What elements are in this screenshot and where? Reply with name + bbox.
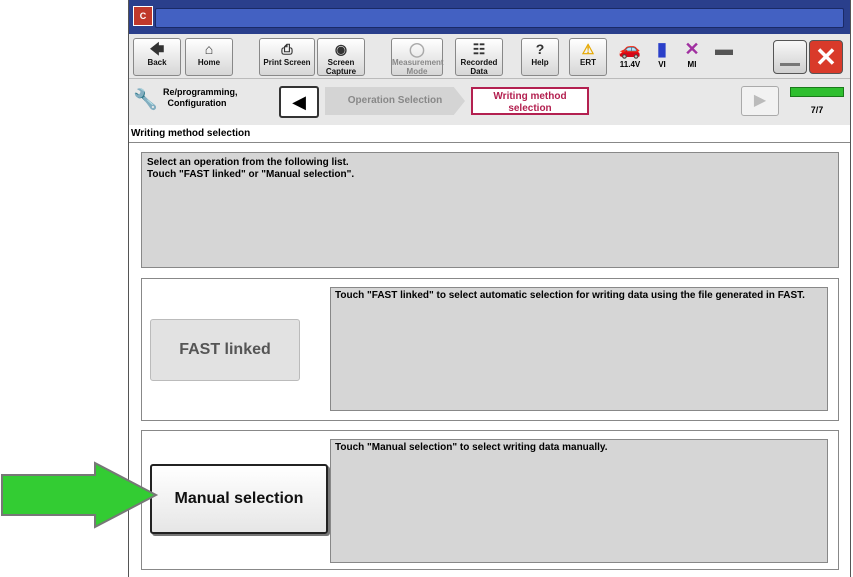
fast-linked-button[interactable]: FAST linked [150,319,300,381]
manual-selection-description: Touch "Manual selection" to select writi… [330,439,828,563]
help-icon: ? [535,41,545,57]
recorded-data-button[interactable]: ☷ Recorded Data [455,38,503,76]
car-icon: 🚗 [618,39,642,59]
camera-icon: ◉ [334,41,348,57]
mi-status: ✕ MI [677,38,707,69]
disconnected-icon: ✕ [684,39,700,59]
screen-capture-button[interactable]: ◉ Screen Capture [317,38,365,76]
breadcrumb-operation-selection: Operation Selection [325,87,465,115]
title-bar: C [129,0,850,34]
back-button[interactable]: 🡄 Back [133,38,181,76]
manual-selection-panel: Manual selection Touch "Manual selection… [141,430,839,570]
triangle-right-icon: ▶ [753,92,767,109]
close-button[interactable]: ✕ [809,40,843,74]
warning-icon: ⚠ [581,41,595,57]
progress-text: 7/7 [810,105,824,115]
next-step-button[interactable]: ▶ [741,86,779,116]
recorded-data-icon: ☷ [472,41,486,57]
breadcrumb-writing-method-selection: Writing method selection [471,87,589,115]
manual-selection-button[interactable]: Manual selection [150,464,328,534]
device-status: ▬ [709,38,739,60]
progress-bar [790,87,844,97]
vi-status: ▮ VI [647,38,677,69]
measurement-mode-button[interactable]: ◯ Measurement Mode [391,38,444,76]
back-arrow-icon: 🡄 [149,41,165,57]
instruction-line-1: Select an operation from the following l… [147,157,349,168]
help-button[interactable]: ? Help [521,38,559,76]
page-title: Writing method selection [129,125,850,143]
battery-status: 🚗 11.4V [615,38,645,69]
home-button[interactable]: ⌂ Home [185,38,233,76]
pointer-arrow-icon [1,461,159,529]
ert-button[interactable]: ⚠ ERT [569,38,607,76]
close-icon: ✕ [815,42,837,72]
fast-linked-panel: FAST linked Touch "FAST linked" to selec… [141,278,839,421]
step-progress: 7/7 [789,87,845,117]
previous-step-button[interactable]: ◀ [279,86,319,118]
reprogramming-icon: 🔧 [133,89,158,111]
vi-icon: ▮ [657,39,667,59]
toolbar: 🡄 Back ⌂ Home ⎙ Print Screen ◉ Screen Captur… [129,34,850,78]
app-logo-icon: C [133,6,153,26]
print-screen-button[interactable]: ⎙ Print Screen [259,38,315,76]
instructions-box: Select an operation from the following l… [141,152,839,268]
minimize-button[interactable] [773,40,807,74]
title-field [155,8,844,28]
instruction-line-2: Touch "FAST linked" or "Manual selection… [147,169,355,180]
triangle-left-icon: ◀ [292,92,306,112]
fast-linked-description: Touch "FAST linked" to select automatic … [330,287,828,411]
measurement-icon: ◯ [409,41,425,57]
device-icon: ▬ [715,39,733,59]
minimize-icon [780,63,800,66]
app-window: C 🡄 Back ⌂ Home ⎙ Print Screen ◉ Screen Capt… [128,0,851,577]
home-icon: ⌂ [204,41,214,57]
printer-icon: ⎙ [281,41,293,57]
breadcrumb: 🔧 Re/programming, Configuration ◀ Operat… [129,78,850,125]
breadcrumb-reprogramming: Re/programming, Configuration [163,87,238,108]
